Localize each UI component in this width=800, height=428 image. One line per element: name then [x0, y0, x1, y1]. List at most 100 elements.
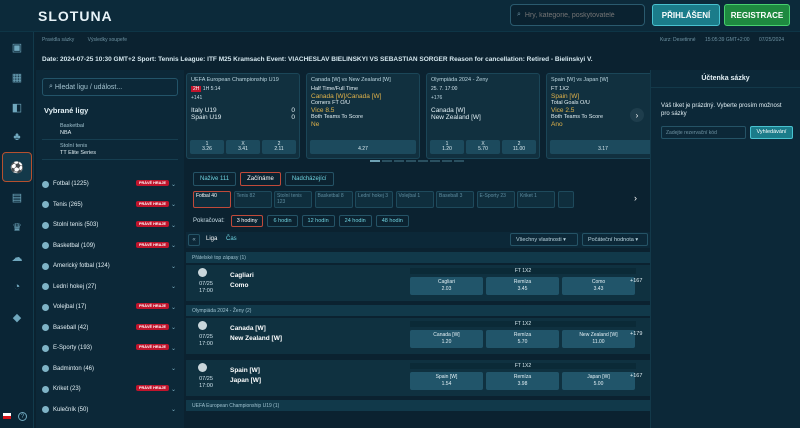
market-count[interactable]: +141 [191, 95, 295, 107]
sort-league[interactable]: Liga [206, 236, 217, 242]
time-12h[interactable]: 12 hodin [301, 215, 335, 227]
carousel-dot[interactable] [454, 160, 464, 162]
odds-button[interactable]: 2 2.11 [262, 140, 296, 154]
carousel-dot[interactable] [430, 160, 440, 162]
tab-upcoming[interactable]: Nadcházející [284, 172, 334, 186]
sport-item[interactable]: Kulečník (50) ⌄ [36, 400, 184, 421]
odds-button[interactable]: X 5.70 [466, 140, 500, 154]
results-link[interactable]: Výsledky soupeře [88, 37, 127, 43]
sport-item[interactable]: Lední hokej (27) ⌄ [36, 277, 184, 298]
fish-icon[interactable]: ☁ [0, 242, 34, 272]
event-teams[interactable]: Spain [W] Japan [W] [230, 366, 261, 386]
event-row[interactable]: 07/25 17:00 Spain [W] Japan [W] FT 1X2 Spain … [186, 360, 650, 397]
odds-button[interactable]: 2 11.00 [502, 140, 536, 154]
sport-chip[interactable]: Basketbal 8 [314, 191, 353, 208]
carousel-dot[interactable] [394, 160, 404, 162]
sport-chip[interactable]: Fotbal 40 [193, 191, 231, 208]
odds-button[interactable]: X 3.41 [226, 140, 260, 154]
register-button[interactable]: REGISTRACE [724, 4, 790, 26]
sport-item[interactable]: Stolní tenis (503) PRÁVĚ HRAJE ⌄ [36, 215, 184, 236]
odds-button[interactable]: Canada [W] 1.20 [410, 330, 483, 348]
live-casino-icon[interactable]: ▦ [0, 62, 34, 92]
sport-chip[interactable]: Baseball 3 [436, 191, 474, 208]
featured-card[interactable]: Canada [W] vs New Zealand [W] Half Time/F… [306, 73, 420, 159]
sport-chip[interactable]: E-Sporty 23 [476, 191, 515, 208]
trophy-icon[interactable]: ♛ [0, 212, 34, 242]
sport-chip[interactable]: Lední hokej 3 [355, 191, 393, 208]
booking-code-input[interactable]: Zadejte rezervační kód [661, 126, 746, 139]
sport-item[interactable]: Americký fotbal (124) ⌄ [36, 256, 184, 277]
lottery-icon[interactable]: ◔ [0, 272, 34, 302]
time-3h[interactable]: 3 hodiny [230, 215, 264, 227]
sport-item[interactable]: Badminton (46) ⌄ [36, 359, 184, 380]
time-24h[interactable]: 24 hodin [338, 215, 372, 227]
odds-format[interactable]: Kurz: Desetinné [660, 37, 696, 43]
virtual-icon[interactable]: ▤ [0, 182, 34, 212]
league-header[interactable]: Olympiáda 2024 - Ženy (2) [186, 305, 650, 316]
odds-button[interactable]: Spain [W] 1.54 [410, 372, 483, 390]
odds-button[interactable]: Remíza 3.98 [486, 372, 559, 390]
search-box[interactable]: ⌕ [510, 4, 645, 26]
more-markets[interactable]: +167 [630, 373, 642, 379]
sport-chip[interactable]: Kriket 1 [517, 191, 555, 208]
carousel-dot[interactable] [406, 160, 416, 162]
vip-icon[interactable]: ◆ [0, 302, 34, 332]
search-button[interactable]: Vyhledávání [750, 126, 793, 139]
odds-button[interactable]: New Zealand [W] 11.00 [562, 330, 635, 348]
login-button[interactable]: PŘIHLÁŠENÍ [652, 4, 720, 26]
fav-league[interactable]: Basketbal NBA [42, 120, 178, 140]
sport-chip[interactable] [557, 191, 574, 208]
odds-button[interactable]: Remíza 3.45 [486, 277, 559, 295]
sport-item[interactable]: Tenis (265) PRÁVĚ HRAJE ⌄ [36, 195, 184, 216]
sport-chip[interactable]: Volejbal 1 [395, 191, 434, 208]
sport-chip[interactable]: Stolní tenis 123 [274, 191, 312, 208]
carousel-dot[interactable] [418, 160, 428, 162]
sport-item[interactable]: Baseball (42) PRÁVĚ HRAJE ⌄ [36, 318, 184, 339]
market-count[interactable]: +176 [431, 95, 535, 107]
sport-item[interactable]: Fotbal (1225) PRÁVĚ HRAJE ⌄ [36, 174, 184, 195]
sport-item[interactable]: Volejbal (17) PRÁVĚ HRAJE ⌄ [36, 297, 184, 318]
event-teams[interactable]: Cagliari Como [230, 271, 254, 291]
help-icon[interactable]: ? [18, 412, 27, 421]
casino-icon[interactable]: ▣ [0, 32, 34, 62]
time-48h[interactable]: 48 hodin [375, 215, 409, 227]
tab-live[interactable]: Nažive 111 [193, 172, 237, 186]
odds-button[interactable]: Japan [W] 5.00 [562, 372, 635, 390]
event-row[interactable]: 07/25 17:00 Canada [W] New Zealand [W] FT 1X… [186, 318, 650, 355]
league-search[interactable]: ⌕ Hledat ligu / událost... [42, 78, 178, 96]
sports-icon[interactable]: ⚽ [2, 152, 32, 182]
sport-chip[interactable]: Tenis 82 [233, 191, 272, 208]
odds-button[interactable]: 4.27 [310, 140, 416, 154]
sport-item[interactable]: Kriket (23) PRÁVĚ HRAJE ⌄ [36, 379, 184, 400]
odds-button[interactable]: 3.17 [550, 140, 656, 154]
odds-button[interactable]: Remíza 5.70 [486, 330, 559, 348]
sport-item[interactable]: Basketbal (109) PRÁVĚ HRAJE ⌄ [36, 236, 184, 257]
event-row[interactable]: 07/25 17:00 Cagliari Como FT 1X2 Cagliari 2.03… [186, 265, 650, 302]
language-flag-icon[interactable] [3, 413, 11, 419]
fav-league[interactable]: Stolní tenis TT Elite Series [42, 140, 178, 160]
odds-button[interactable]: Como 3.43 [562, 277, 635, 295]
featured-card[interactable]: UEFA European Championship U19 2H 1H 5:14… [186, 73, 300, 159]
all-props-dropdown[interactable]: Všechny vlastnosti ▾ [510, 233, 578, 246]
cards-icon[interactable]: ♣ [0, 122, 34, 152]
carousel-dot[interactable] [442, 160, 452, 162]
chevron-right-icon[interactable]: › [630, 108, 644, 122]
slots-icon[interactable]: ◧ [0, 92, 34, 122]
odds-button[interactable]: Cagliari 2.03 [410, 277, 483, 295]
sort-dropdown[interactable]: Počáteční hodnota ▾ [582, 233, 648, 246]
collapse-icon[interactable]: « [188, 234, 200, 246]
odds-button[interactable]: 1 3.26 [190, 140, 224, 154]
league-header[interactable]: UEFA European Championship U19 (1) [186, 400, 650, 411]
carousel-dot[interactable] [382, 160, 392, 162]
carousel-dot[interactable] [370, 160, 380, 162]
sort-time[interactable]: Čas [226, 236, 237, 242]
sport-item[interactable]: E-Sporty (193) PRÁVĚ HRAJE ⌄ [36, 338, 184, 359]
search-input[interactable] [524, 11, 635, 19]
event-teams[interactable]: Canada [W] New Zealand [W] [230, 324, 282, 344]
tab-starting[interactable]: Začínáme [240, 172, 281, 186]
time-6h[interactable]: 6 hodin [267, 215, 298, 227]
featured-card[interactable]: Olympiáda 2024 - Ženy 25. 7. 17:00 +176 Can… [426, 73, 540, 159]
rules-link[interactable]: Pravidla sázky [42, 37, 74, 43]
chevron-right-icon[interactable]: › [634, 193, 637, 203]
more-markets[interactable]: +167 [630, 278, 642, 284]
